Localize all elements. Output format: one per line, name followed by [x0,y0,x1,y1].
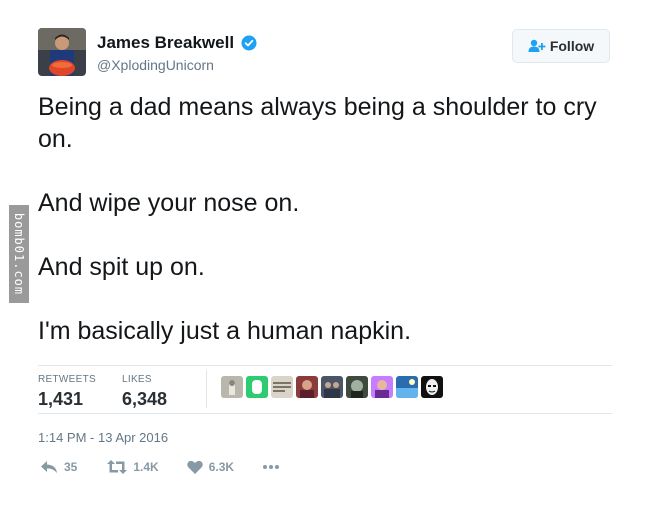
liker-avatar[interactable] [371,376,393,398]
likes-stat[interactable]: LIKES 6,348 [122,374,167,410]
watermark: bomb01.com [9,205,29,303]
reply-button[interactable]: 35 [40,460,77,474]
divider [38,365,612,366]
tweet-paragraph: And wipe your nose on. [38,189,300,217]
like-button[interactable]: 6.3K [186,460,235,474]
watermark-text: bomb01.com [12,212,26,296]
liker-avatar[interactable] [246,376,268,398]
retweet-button[interactable]: 1.4K [107,460,159,474]
retweets-label: RETWEETS [38,374,96,385]
liker-avatar[interactable] [221,376,243,398]
retweet-count: 1.4K [133,460,159,474]
tweet-paragraph: And spit up on. [38,253,205,281]
avatar[interactable] [38,28,86,76]
divider [38,413,612,414]
likes-value: 6,348 [122,389,168,409]
likes-label: LIKES [122,374,152,385]
tweet-actions: 35 1.4K 6.3K [40,460,310,474]
tweet-timestamp[interactable]: 1:14 PM - 13 Apr 2016 [38,430,168,445]
tweet-paragraph: Being a dad means always being a shoulde… [38,93,597,153]
reply-count: 35 [64,460,78,474]
reply-icon [41,461,57,473]
liker-avatar[interactable] [271,376,293,398]
display-name[interactable]: James Breakwell [97,33,234,52]
liker-avatar[interactable] [396,376,418,398]
liker-avatar[interactable] [296,376,318,398]
author-handle[interactable]: @XplodingUnicorn [97,57,214,73]
retweet-icon [107,460,128,474]
more-button[interactable] [262,464,286,470]
like-count: 6.3K [208,460,235,474]
liker-avatar[interactable] [321,376,343,398]
tweet-text: Being a dad means always being a shoulde… [38,91,618,347]
add-user-icon [528,39,546,52]
liker-avatar[interactable] [346,376,368,398]
heart-icon [186,460,203,474]
follow-label: Follow [549,38,595,54]
stat-separator [206,370,207,408]
tweet-paragraph: I'm basically just a human napkin. [38,317,412,345]
liker-avatars [221,376,443,398]
more-dots-icon [263,465,280,469]
follow-button[interactable]: Follow [512,29,610,63]
retweets-stat[interactable]: RETWEETS 1,431 [38,374,96,410]
retweets-value: 1,431 [38,389,84,409]
liker-avatar[interactable] [421,376,443,398]
author-name-row[interactable]: James Breakwell [97,33,257,56]
verified-badge-icon [241,35,257,56]
